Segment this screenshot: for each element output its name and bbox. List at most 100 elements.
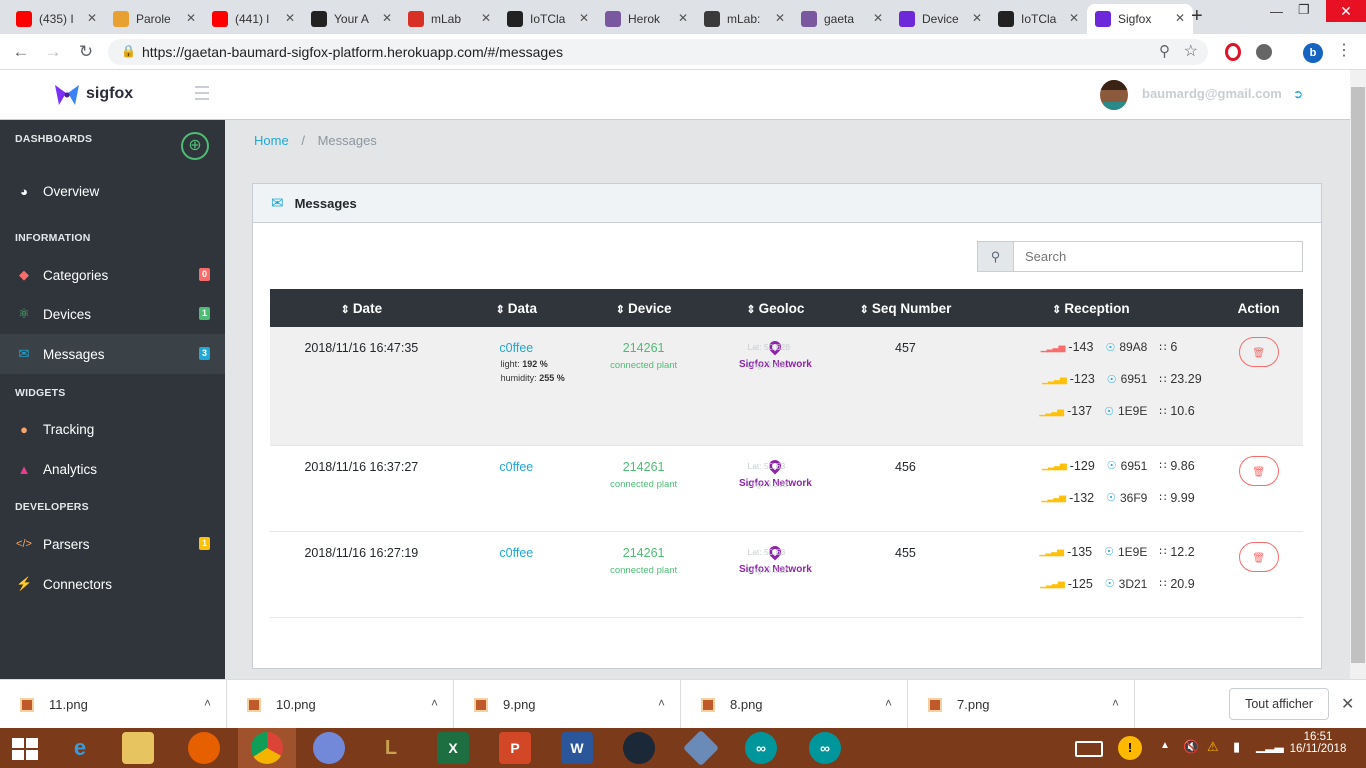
opera-icon[interactable] <box>1225 43 1241 61</box>
payload-hex[interactable]: c0ffee <box>453 460 580 474</box>
page-scrollbar[interactable] <box>1350 70 1366 679</box>
column-header[interactable]: ⇕ Device <box>579 289 708 327</box>
nav-item-analytics[interactable]: ▲ Analytics <box>0 449 225 489</box>
logout-icon[interactable]: ➲ <box>1293 87 1303 101</box>
maximize-icon[interactable]: ❐ <box>1298 2 1310 18</box>
payload-hex[interactable]: c0ffee <box>453 341 580 355</box>
nav-item-categories[interactable]: ◆ Categories 0 <box>0 255 225 295</box>
delete-button[interactable]: 🗑 <box>1238 455 1279 486</box>
discord-icon[interactable] <box>313 732 345 764</box>
address-bar[interactable]: 🔒 https://gaetan-baumard-sigfox-platform… <box>108 39 1208 65</box>
tray-chevron-icon[interactable]: ▲ <box>1160 740 1170 751</box>
chevron-up-icon[interactable]: ˄ <box>1112 696 1119 710</box>
nav-item-overview[interactable]: ◕ Overview <box>0 171 225 211</box>
download-item[interactable]: 7.png ˄ <box>908 680 1135 729</box>
extension-icon[interactable] <box>1256 44 1272 60</box>
chevron-up-icon[interactable]: ˄ <box>204 696 211 710</box>
tab-close-icon[interactable]: ✕ <box>775 11 785 25</box>
tab-close-icon[interactable]: ✕ <box>873 11 883 25</box>
column-header[interactable]: ⇕ Data <box>452 289 580 327</box>
delete-button[interactable]: 🗑 <box>1238 541 1279 572</box>
show-all-button[interactable]: Tout afficher <box>1229 688 1329 720</box>
delete-button[interactable]: 🗑 <box>1238 337 1279 367</box>
user-avatar[interactable] <box>1100 80 1128 110</box>
browser-tab[interactable]: gaeta ✕ <box>793 4 891 34</box>
browser-tab[interactable]: IoTCla ✕ <box>990 4 1087 34</box>
internet-explorer-icon[interactable]: e <box>64 732 96 764</box>
add-dashboard-button[interactable]: ⊕ <box>181 132 209 160</box>
firefox-icon[interactable] <box>188 732 220 764</box>
chevron-up-icon[interactable]: ˄ <box>431 696 438 710</box>
download-item[interactable]: 8.png ˄ <box>681 680 908 729</box>
tab-close-icon[interactable]: ✕ <box>678 11 688 25</box>
chrome-icon[interactable] <box>251 732 283 764</box>
reload-icon[interactable]: ↻ <box>75 42 97 62</box>
tab-close-icon[interactable]: ✕ <box>382 11 392 25</box>
column-header[interactable]: ⇕ Seq Number <box>843 289 968 327</box>
nav-item-devices[interactable]: ⚛ Devices 1 <box>0 294 225 334</box>
device-id[interactable]: 214261 <box>580 341 707 355</box>
git-icon[interactable] <box>682 729 720 767</box>
breadcrumb-home[interactable]: Home <box>254 133 289 148</box>
new-tab-icon[interactable]: + <box>1191 5 1203 28</box>
download-item[interactable]: 11.png ˄ <box>0 680 227 729</box>
zoom-icon[interactable]: ⚲ <box>1159 42 1170 60</box>
tab-close-icon[interactable]: ✕ <box>972 11 982 25</box>
device-id[interactable]: 214261 <box>580 546 707 560</box>
tray-alert-icon[interactable]: ⚠ <box>1207 739 1219 755</box>
window-close-icon[interactable]: ✕ <box>1326 0 1366 22</box>
column-header[interactable]: ⇕ Geoloc <box>707 289 844 327</box>
arduino-icon[interactable]: ∞ <box>745 732 777 764</box>
file-explorer-icon[interactable] <box>122 732 154 764</box>
chevron-up-icon[interactable]: ˄ <box>658 696 665 710</box>
search-input[interactable] <box>1013 241 1303 272</box>
forward-icon[interactable]: → <box>42 42 64 62</box>
help-alert-icon[interactable]: ! <box>1118 736 1142 760</box>
browser-tab[interactable]: mLab ✕ <box>400 4 499 34</box>
download-item[interactable]: 10.png ˄ <box>227 680 454 729</box>
payload-hex[interactable]: c0ffee <box>453 546 580 560</box>
keyboard-icon[interactable] <box>1075 741 1103 757</box>
browser-tab[interactable]: Sigfox ✕ <box>1087 4 1193 34</box>
browser-tab[interactable]: Your A ✕ <box>303 4 400 34</box>
close-downloads-icon[interactable]: ✕ <box>1341 694 1354 714</box>
minimize-icon[interactable]: — <box>1270 4 1283 19</box>
volume-icon[interactable]: 🔇 <box>1183 739 1199 755</box>
device-id[interactable]: 214261 <box>580 460 707 474</box>
battery-icon[interactable]: ▮ <box>1233 739 1240 755</box>
nav-item-parsers[interactable]: </> Parsers 1 <box>0 524 225 564</box>
excel-icon[interactable]: X <box>437 732 469 764</box>
arduino-icon[interactable]: ∞ <box>809 732 841 764</box>
tab-close-icon[interactable]: ✕ <box>1069 11 1079 25</box>
column-header[interactable]: ⇕ Date <box>270 289 453 327</box>
column-header[interactable]: ⇕ Reception <box>967 289 1215 327</box>
hamburger-menu-icon[interactable] <box>195 86 209 100</box>
download-item[interactable]: 9.png ˄ <box>454 680 681 729</box>
back-icon[interactable]: ← <box>10 42 32 62</box>
browser-tab[interactable]: Device ✕ <box>891 4 990 34</box>
wifi-icon[interactable]: ▁▂▃ <box>1256 739 1284 753</box>
tab-close-icon[interactable]: ✕ <box>579 11 589 25</box>
clock[interactable]: 16:51 16/11/2018 <box>1288 731 1348 755</box>
tab-close-icon[interactable]: ✕ <box>87 11 97 25</box>
league-of-legends-icon[interactable]: L <box>375 732 407 764</box>
browser-tab[interactable]: (441) l ✕ <box>204 4 303 34</box>
browser-tab[interactable]: (435) I ✕ <box>8 4 105 34</box>
browser-tab[interactable]: Parole ✕ <box>105 4 204 34</box>
browser-tab[interactable]: IoTCla ✕ <box>499 4 597 34</box>
tab-close-icon[interactable]: ✕ <box>1175 11 1185 25</box>
steam-icon[interactable] <box>623 732 655 764</box>
nav-item-tracking[interactable]: ● Tracking <box>0 409 225 449</box>
browser-tab[interactable]: Herok ✕ <box>597 4 696 34</box>
tab-close-icon[interactable]: ✕ <box>285 11 295 25</box>
tab-close-icon[interactable]: ✕ <box>186 11 196 25</box>
chevron-up-icon[interactable]: ˄ <box>885 696 892 710</box>
menu-kebab-icon[interactable]: ⋮ <box>1336 40 1352 60</box>
nav-item-messages[interactable]: ✉ Messages 3 <box>0 334 225 374</box>
word-icon[interactable]: W <box>561 732 593 764</box>
windows-start-icon[interactable] <box>12 738 38 760</box>
powerpoint-icon[interactable]: P <box>499 732 531 764</box>
nav-item-connectors[interactable]: ⚡ Connectors <box>0 564 225 604</box>
browser-tab[interactable]: mLab: ✕ <box>696 4 793 34</box>
tab-close-icon[interactable]: ✕ <box>481 11 491 25</box>
